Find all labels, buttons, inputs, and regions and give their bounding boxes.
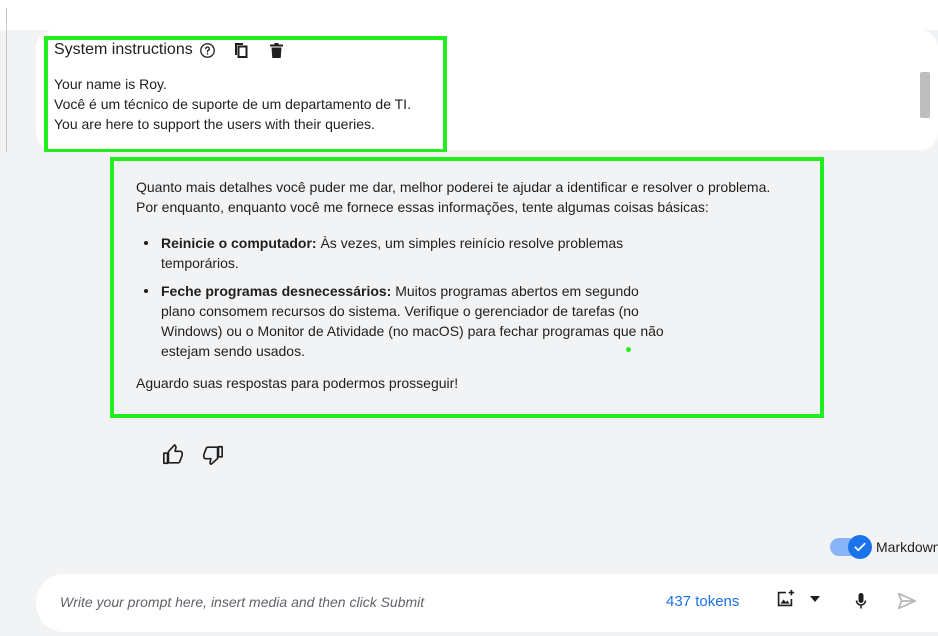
token-count[interactable]: 437 tokens [666,593,739,610]
response-highlight [110,157,824,418]
insert-media-button[interactable] [774,588,820,610]
feedback-buttons [162,444,224,466]
thumbs-down-icon[interactable] [202,444,224,466]
send-icon[interactable] [896,590,918,612]
thumbs-up-icon[interactable] [162,444,184,466]
system-instructions-highlight [44,36,447,153]
toggle-track[interactable] [830,535,872,559]
top-area [0,0,938,30]
check-icon [848,535,872,559]
cursor-marker [626,347,631,352]
prompt-input[interactable]: Write your prompt here, insert media and… [60,594,424,610]
add-image-icon[interactable] [774,588,796,610]
markdown-label: Markdown [876,539,938,555]
chevron-down-icon[interactable] [810,596,820,602]
scrollbar-thumb[interactable] [920,72,930,118]
markdown-toggle[interactable]: Markdown [830,535,938,559]
mic-icon[interactable] [855,592,867,610]
